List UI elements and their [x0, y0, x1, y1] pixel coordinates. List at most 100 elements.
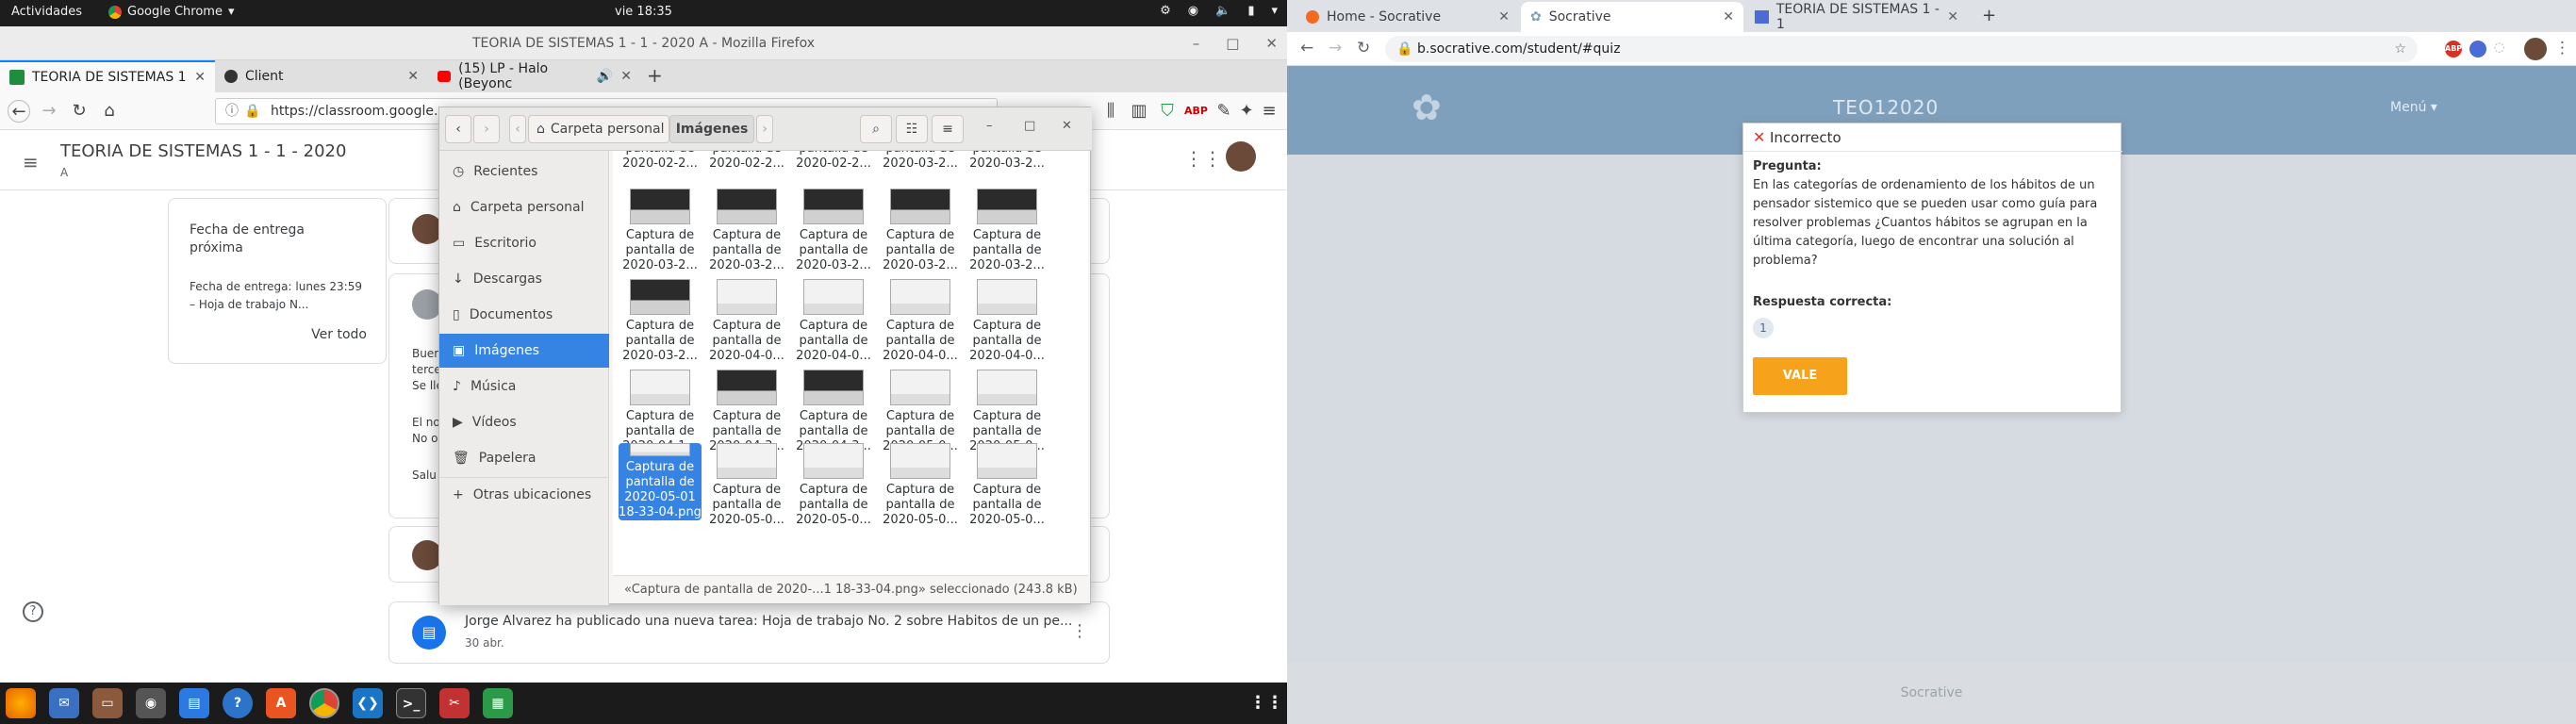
writer-icon[interactable]: ▤ [179, 688, 209, 718]
view-options-icon[interactable]: ☷ [896, 115, 928, 143]
course-title[interactable]: TEORIA DE SISTEMAS 1 - 1 - 2020 [60, 141, 346, 161]
tab-home-socrative[interactable]: Home - Socrative ✕ [1296, 2, 1519, 32]
avatar[interactable] [1226, 141, 1256, 172]
avatar[interactable] [2524, 38, 2547, 60]
more-options-icon[interactable]: ⋮ [2554, 39, 2570, 58]
files-icon[interactable]: ▭ [92, 688, 123, 718]
file-item[interactable]: Captura de pantalla de 2020-04-0... [966, 279, 1049, 364]
file-item[interactable]: Captura de pantalla de 2020-04-1... [619, 370, 702, 454]
file-item[interactable]: Captura de pantalla de 2020-03-2... [792, 189, 875, 273]
file-item[interactable]: Captura de pantalla de 2020-05-01 18-33-… [619, 443, 702, 520]
sidebar-item-documents[interactable]: ▯ Documentos [439, 298, 609, 332]
tab-youtube[interactable]: (15) LP - Halo (Beyonc 🔊 ✕ [428, 60, 641, 92]
minimize-icon[interactable]: – [1193, 26, 1200, 60]
file-item[interactable]: Captura de pantalla de 2020-03-2... [705, 189, 788, 273]
show-apps-icon[interactable]: ⋮⋮⋮ [1249, 688, 1300, 718]
screenshot-icon[interactable]: ✂ [439, 688, 470, 718]
menu-icon[interactable]: ≡ [932, 115, 964, 143]
home-icon[interactable]: ⌂ [98, 100, 121, 123]
more-options-icon[interactable]: ⋮ [1071, 621, 1088, 641]
spreadsheet-icon[interactable]: ▦ [483, 688, 513, 718]
close-icon[interactable]: ✕ [1265, 26, 1278, 60]
sidebar-item-recientes[interactable]: ◷ Recientes [439, 155, 609, 189]
back-button[interactable]: ← [1300, 39, 1313, 58]
url-bar[interactable]: 🔒 b.socrative.com/student/#quiz ☆ [1385, 36, 2418, 62]
file-item[interactable]: pantalla de 2020-03-2... [879, 151, 962, 172]
back-button[interactable]: ← [8, 100, 30, 123]
close-icon[interactable]: ✕ [620, 69, 632, 84]
sidebar-item-downloads[interactable]: ↓ Descargas [439, 262, 609, 296]
sidebar-item-home[interactable]: ⌂ Carpeta personal [439, 190, 609, 224]
tab-classroom[interactable]: TEORIA DE SISTEMAS 1 - 1 ✕ [1745, 2, 1968, 32]
minimize-icon[interactable]: – [986, 119, 993, 133]
chrome-icon[interactable] [309, 688, 339, 718]
adblock-icon[interactable]: ABP [1184, 100, 1208, 123]
file-item[interactable]: Captura de pantalla de 2020-04-0... [792, 279, 875, 364]
sidebar-item-desktop[interactable]: ▭ Escritorio [439, 226, 609, 260]
path-right-button[interactable]: › [756, 115, 773, 143]
menu-button[interactable]: Menú ▾ [2390, 100, 2437, 115]
extension-icon[interactable]: ✦ [1235, 100, 1258, 123]
classwork-post[interactable]: ▤ Jorge Alvarez ha publicado una nueva t… [388, 601, 1110, 664]
file-item[interactable]: Captura de pantalla de 2020-05-0... [879, 443, 962, 528]
sidebar-item-music[interactable]: ♪ Música [439, 370, 609, 403]
firefox-icon[interactable] [6, 688, 36, 718]
file-item[interactable]: Captura de pantalla de 2020-05-0... [705, 443, 788, 528]
clock[interactable]: vie 18:35 [615, 5, 672, 19]
file-item[interactable]: Captura de pantalla de 2020-04-0... [705, 279, 788, 364]
path-current-button[interactable]: Imágenes [669, 115, 754, 143]
extension-icon[interactable]: ◌ [2494, 41, 2504, 55]
file-item[interactable]: Captura de pantalla de 2020-05-0... [966, 443, 1049, 528]
extension-icon[interactable]: ✎ [1213, 100, 1235, 123]
tab-classroom[interactable]: TEORIA DE SISTEMAS 1 ✕ [0, 60, 215, 92]
new-tab-button[interactable]: + [1982, 6, 1996, 25]
close-icon[interactable]: ✕ [1723, 9, 1734, 25]
mail-icon[interactable]: ✉ [49, 688, 79, 718]
software-center-icon[interactable]: A [266, 688, 296, 718]
file-item[interactable]: pantalla de 2020-02-2... [619, 151, 702, 172]
ok-button[interactable]: VALE [1753, 357, 1847, 395]
close-icon[interactable]: ✕ [1947, 9, 1958, 25]
speaker-icon[interactable]: 🔊 [597, 69, 613, 84]
help-icon[interactable]: ? [223, 688, 253, 718]
sidebar-item-images[interactable]: ▣ Imágenes [439, 334, 609, 368]
forward-button[interactable]: → [1329, 39, 1342, 58]
sidebar-icon[interactable]: ▥ [1128, 100, 1150, 123]
forward-button[interactable]: › [473, 115, 500, 143]
info-icon[interactable]: ⓘ [225, 99, 239, 123]
adblock-icon[interactable]: ABP [2445, 41, 2462, 58]
file-item[interactable]: Captura de pantalla de 2020-03-2... [966, 189, 1049, 273]
reload-button[interactable]: ↻ [1357, 39, 1370, 58]
file-item[interactable]: Captura de pantalla de 2020-05-0... [792, 443, 875, 528]
extension-icon[interactable] [2469, 41, 2486, 58]
close-icon[interactable]: ✕ [1062, 119, 1072, 133]
tab-socrative[interactable]: ✿ Socrative ✕ [1521, 2, 1743, 32]
vscode-icon[interactable]: ❮❯ [353, 688, 383, 718]
sidebar-item-trash[interactable]: 🗑 Papelera [439, 441, 609, 475]
file-item[interactable]: Captura de pantalla de 2020-03-2... [879, 189, 962, 273]
maximize-icon[interactable]: □ [1024, 119, 1035, 133]
maximize-icon[interactable]: □ [1226, 26, 1239, 60]
library-icon[interactable]: ⫼ [1099, 100, 1122, 123]
tab-client[interactable]: Client ✕ [215, 60, 428, 92]
forward-button[interactable]: → [38, 100, 60, 123]
back-button[interactable]: ‹ [445, 115, 471, 143]
close-icon[interactable]: ✕ [194, 70, 206, 85]
file-item[interactable]: Captura de pantalla de 2020-05-0... [966, 370, 1049, 454]
hamburger-menu-icon[interactable]: ≡ [23, 151, 39, 173]
terminal-icon[interactable]: >_ [396, 688, 426, 718]
path-home-button[interactable]: ⌂ Carpeta personal [528, 115, 669, 143]
star-icon[interactable]: ☆ [2394, 36, 2406, 62]
file-item[interactable]: Captura de pantalla de 2020-03-2... [619, 279, 702, 364]
sidebar-item-videos[interactable]: ▶ Vídeos [439, 405, 609, 439]
file-item[interactable]: pantalla de 2020-03-2... [966, 151, 1049, 172]
file-item[interactable]: Captura de pantalla de 2020-05-0... [879, 370, 962, 454]
file-item[interactable]: pantalla de 2020-02-2... [792, 151, 875, 172]
file-item[interactable]: Captura de pantalla de 2020-04-0... [879, 279, 962, 364]
search-icon[interactable]: ⌕ [860, 115, 892, 143]
shield-icon[interactable]: ⛉ [1156, 100, 1179, 123]
app-menu[interactable]: Google Chrome ▾ [108, 5, 235, 19]
file-item[interactable]: pantalla de 2020-02-2... [705, 151, 788, 172]
sidebar-item-other-locations[interactable]: + Otras ubicaciones [439, 477, 609, 511]
help-icon[interactable]: ? [23, 601, 43, 622]
